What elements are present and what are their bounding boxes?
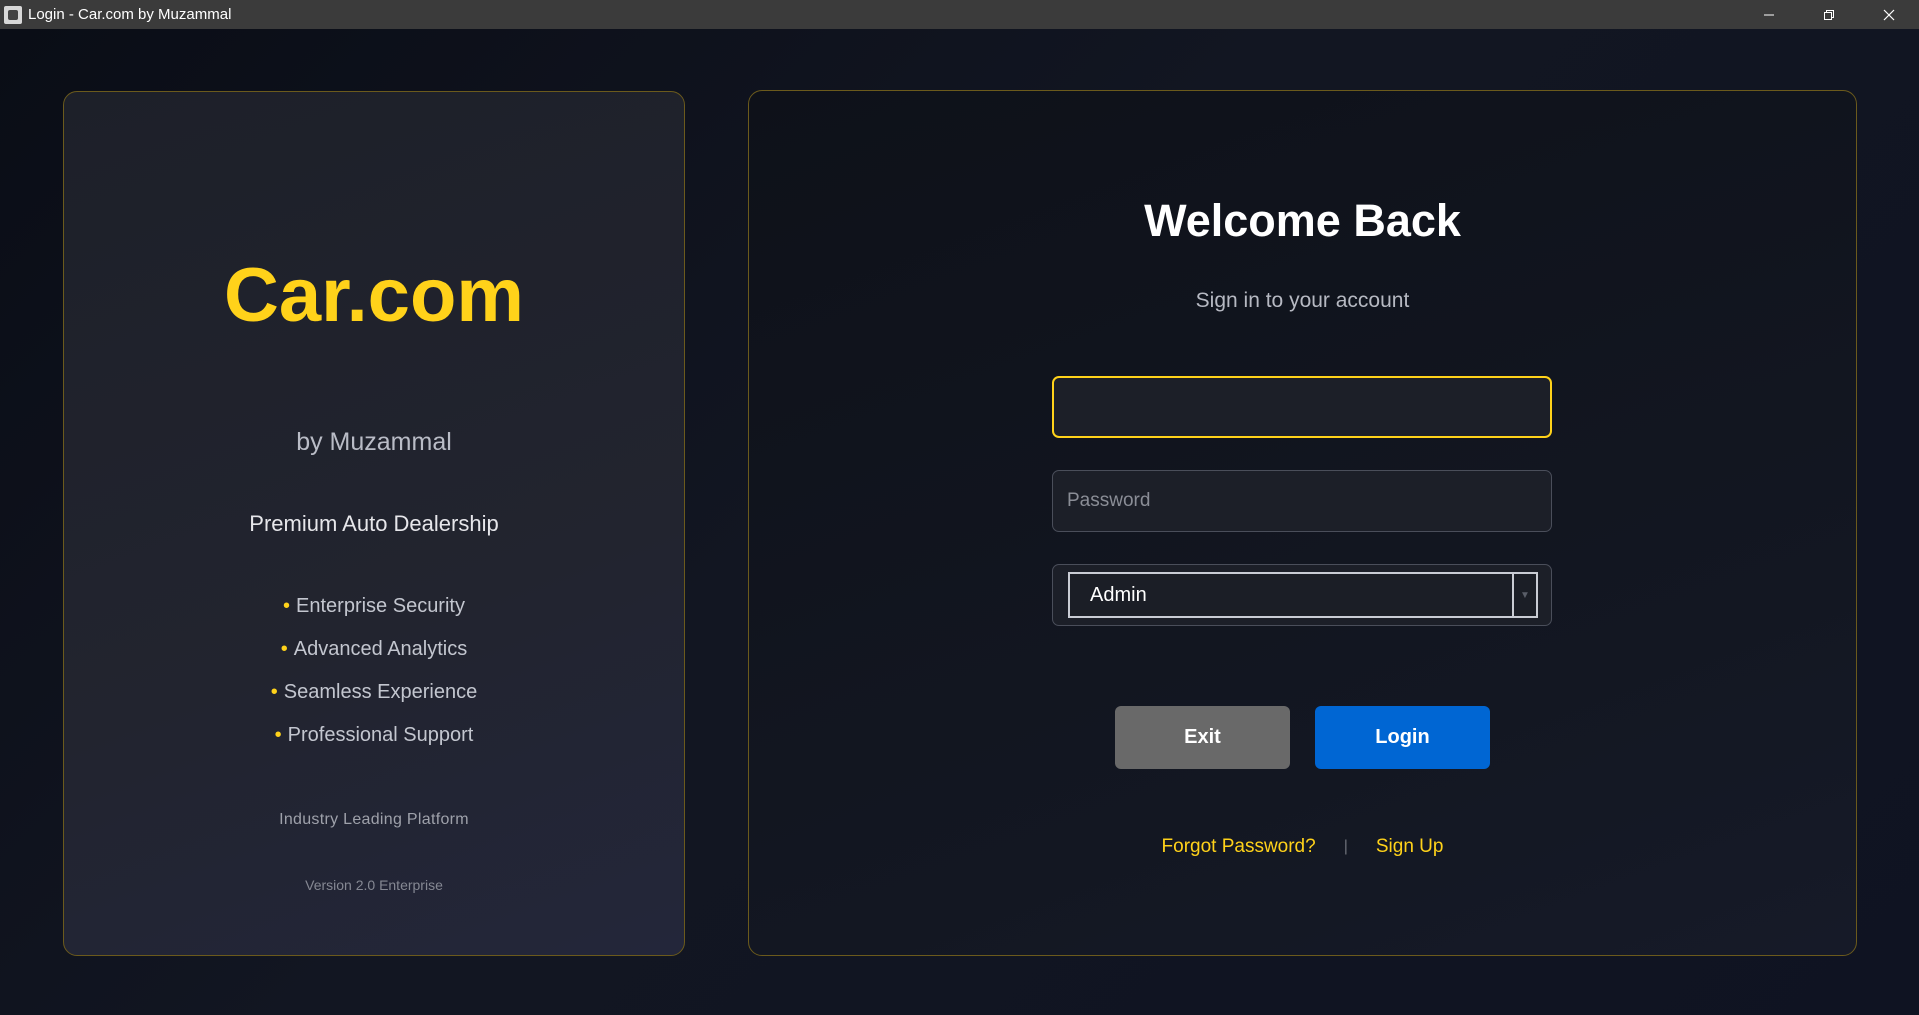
window-title: Login - Car.com by Muzammal — [28, 6, 232, 23]
feature-label: Advanced Analytics — [293, 638, 468, 660]
feature-item: • Professional Support — [64, 724, 684, 767]
feature-item: • Advanced Analytics — [64, 638, 684, 681]
window-controls — [1739, 0, 1919, 29]
feature-item: • Seamless Experience — [64, 681, 684, 724]
title-bar: Login - Car.com by Muzammal — [0, 0, 1919, 29]
close-button[interactable] — [1859, 0, 1919, 29]
close-icon — [1883, 9, 1895, 20]
auth-links: Forgot Password? | Sign Up — [749, 836, 1856, 858]
restore-icon — [1824, 9, 1834, 20]
tagline: Premium Auto Dealership — [249, 511, 499, 536]
bullet: • — [280, 638, 288, 660]
role-select-container: Admin ▼ — [1052, 564, 1552, 626]
login-heading: Welcome Back — [1144, 195, 1461, 246]
exit-button[interactable]: Exit — [1115, 706, 1290, 769]
forgot-password-link[interactable]: Forgot Password? — [1162, 836, 1316, 858]
sign-up-link[interactable]: Sign Up — [1376, 836, 1444, 858]
role-selected-value: Admin — [1090, 584, 1147, 606]
username-input[interactable] — [1052, 376, 1552, 438]
chevron-down-icon[interactable]: ▼ — [1512, 574, 1536, 616]
minimize-button[interactable] — [1739, 0, 1799, 29]
link-separator: | — [1343, 838, 1348, 855]
login-subtitle: Sign in to your account — [1195, 289, 1410, 312]
role-select[interactable]: Admin ▼ — [1068, 572, 1538, 618]
byline: by Muzammal — [296, 428, 452, 456]
restore-button[interactable] — [1799, 0, 1859, 29]
login-panel: Welcome Back Sign in to your account Adm… — [748, 90, 1857, 956]
feature-label: Professional Support — [287, 724, 474, 746]
feature-label: Seamless Experience — [283, 681, 478, 703]
feature-item: • Enterprise Security — [64, 595, 684, 638]
bullet: • — [270, 681, 278, 703]
window-content: Car.com by Muzammal Premium Auto Dealers… — [0, 29, 1919, 1015]
login-button[interactable]: Login — [1315, 706, 1490, 769]
brand-logo-text: Car.com — [224, 253, 524, 338]
minimize-icon — [1764, 14, 1774, 15]
brand-panel: Car.com by Muzammal Premium Auto Dealers… — [63, 91, 685, 956]
password-input[interactable] — [1052, 470, 1552, 532]
platform-caption: Industry Leading Platform — [279, 811, 469, 828]
bullet: • — [283, 595, 291, 617]
version-label: Version 2.0 Enterprise — [305, 877, 443, 893]
bullet: • — [274, 724, 282, 746]
app-icon — [4, 5, 22, 24]
feature-list: • Enterprise Security • Advanced Analytics… — [64, 595, 684, 767]
feature-label: Enterprise Security — [296, 595, 465, 617]
